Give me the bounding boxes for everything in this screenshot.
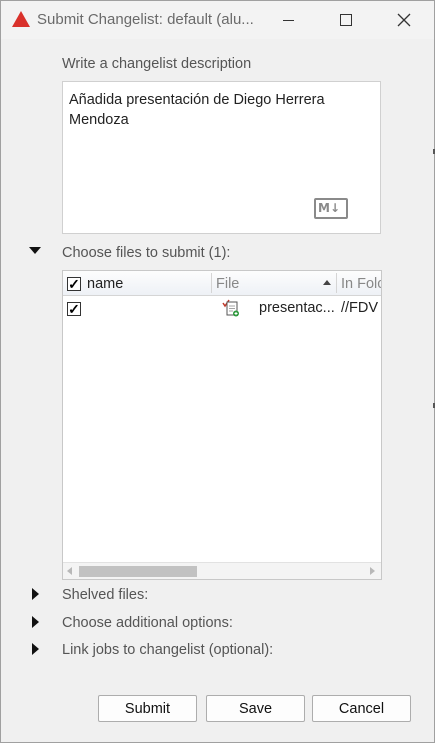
window-title: Submit Changelist: default (alu...: [37, 11, 254, 28]
expand-shelved-toggle-icon[interactable]: [32, 588, 39, 600]
save-button[interactable]: Save: [206, 695, 305, 722]
expand-files-toggle-icon[interactable]: [29, 247, 41, 254]
select-all-checkbox[interactable]: ✓: [67, 277, 81, 291]
table-header: ✓ name File In Folc: [63, 271, 381, 296]
row-checkbox[interactable]: ✓: [67, 302, 81, 316]
scrollbar-thumb[interactable]: [79, 566, 197, 577]
column-divider[interactable]: [336, 273, 337, 293]
additional-options-label[interactable]: Choose additional options:: [62, 615, 233, 631]
row-file-name: presentac...: [259, 300, 335, 316]
table-row[interactable]: ✓ presentac... //FDV: [63, 296, 381, 322]
close-button[interactable]: [381, 5, 427, 35]
sort-ascending-icon: [323, 280, 331, 285]
cancel-button[interactable]: Cancel: [312, 695, 411, 722]
expand-jobs-toggle-icon[interactable]: [32, 643, 39, 655]
description-label: Write a changelist description: [62, 56, 252, 72]
file-add-icon: [222, 299, 239, 317]
minimize-icon: [282, 19, 294, 21]
files-section-label: Choose files to submit (1):: [62, 245, 231, 261]
column-header-folder[interactable]: In Folc: [341, 271, 381, 295]
column-header-name[interactable]: name: [87, 271, 123, 295]
shelved-files-label[interactable]: Shelved files:: [62, 587, 148, 603]
dialog-window: Submit Changelist: default (alu... Write…: [0, 0, 435, 743]
submit-button[interactable]: Submit: [98, 695, 197, 722]
horizontal-scrollbar[interactable]: [63, 562, 381, 579]
description-textarea[interactable]: Añadida presentación de Diego Herrera Me…: [62, 81, 381, 234]
maximize-button[interactable]: [323, 5, 369, 35]
scroll-right-icon[interactable]: [370, 567, 375, 575]
description-text[interactable]: Añadida presentación de Diego Herrera Me…: [69, 90, 369, 130]
markdown-badge-text: M↓: [318, 201, 340, 215]
column-header-file[interactable]: File: [216, 271, 239, 295]
link-jobs-label[interactable]: Link jobs to changelist (optional):: [62, 642, 273, 658]
minimize-button[interactable]: [265, 5, 311, 35]
row-folder: //FDV: [341, 300, 379, 316]
files-table: ✓ name File In Folc ✓ presentac... //FDV: [62, 270, 382, 580]
column-divider[interactable]: [211, 273, 212, 293]
markdown-icon[interactable]: M↓: [314, 198, 348, 219]
app-logo-icon: [12, 11, 30, 27]
maximize-icon: [340, 14, 352, 26]
expand-options-toggle-icon[interactable]: [32, 616, 39, 628]
close-icon: [397, 13, 411, 27]
title-bar[interactable]: Submit Changelist: default (alu...: [1, 1, 434, 39]
scroll-left-icon[interactable]: [67, 567, 72, 575]
